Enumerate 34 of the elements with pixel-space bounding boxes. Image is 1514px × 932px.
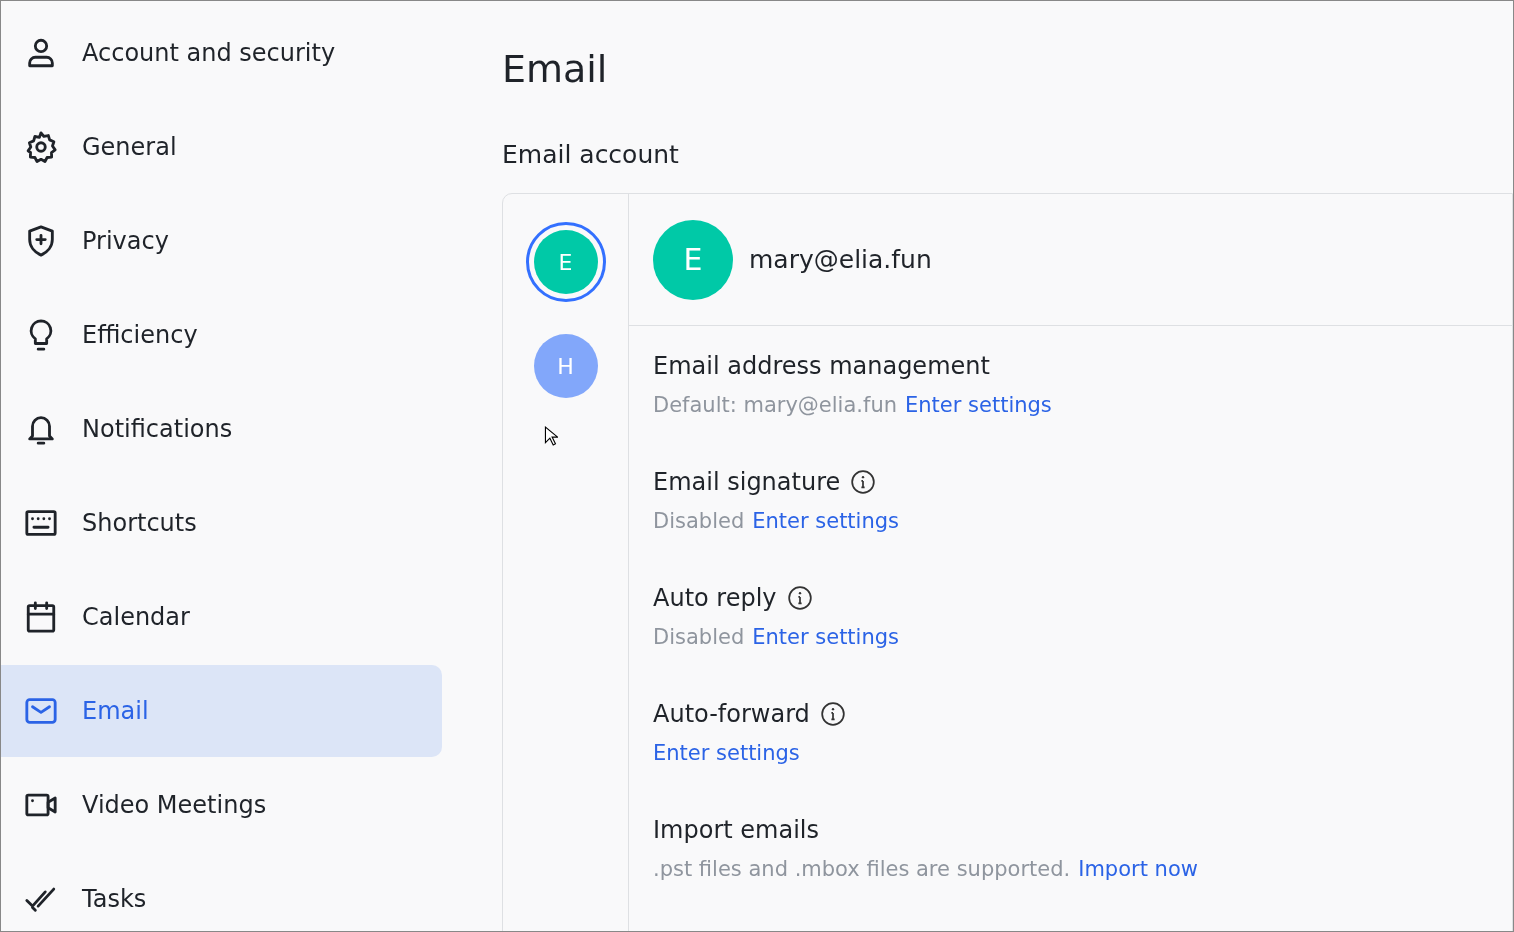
sidebar-item[interactable]: Privacy: [1, 195, 442, 287]
sidebar-item[interactable]: Calendar: [1, 571, 442, 663]
setting-title: Auto-forward: [653, 699, 810, 730]
setting-status: Disabled: [653, 624, 745, 652]
enter-settings-link[interactable]: Enter settings: [653, 738, 800, 770]
enter-settings-link[interactable]: Import now: [1078, 854, 1198, 886]
cursor-icon: [543, 426, 558, 446]
setting-status: .pst files and .mbox files are supported.: [653, 856, 1071, 884]
sidebar-item[interactable]: Tasks: [1, 853, 442, 931]
info-icon: [850, 469, 877, 495]
sidebar-item[interactable]: Account and security: [1, 7, 442, 99]
info-icon: [786, 585, 813, 611]
enter-settings-link[interactable]: Enter settings: [752, 622, 900, 654]
setting-status: Disabled: [653, 508, 745, 536]
account-avatar: E: [653, 219, 733, 300]
sidebar-item[interactable]: Shortcuts: [1, 477, 442, 569]
enter-settings-link[interactable]: Enter settings: [752, 506, 900, 538]
section-title: Email account: [502, 139, 680, 171]
setting-status: Default: mary@elia.fun: [653, 392, 897, 420]
setting-title: Import emails: [653, 815, 819, 846]
calendar-icon: [24, 600, 58, 634]
setting-title: Email signature: [653, 467, 841, 498]
account-address: mary@elia.fun: [749, 243, 932, 276]
page-title: Email: [502, 46, 609, 93]
setting-title: Auto reply: [653, 583, 777, 614]
sidebar-item[interactable]: Email: [1, 665, 442, 757]
sidebar-item[interactable]: General: [1, 101, 442, 193]
sidebar-item[interactable]: Notifications: [1, 383, 442, 475]
enter-settings-link[interactable]: Enter settings: [905, 390, 1052, 422]
sidebar-item[interactable]: Efficiency: [1, 289, 442, 381]
setting-title: Email address management: [653, 351, 990, 382]
settings-icon: [24, 130, 58, 164]
sidebar-item[interactable]: Video Meetings: [1, 759, 442, 851]
info-icon: [819, 701, 846, 727]
